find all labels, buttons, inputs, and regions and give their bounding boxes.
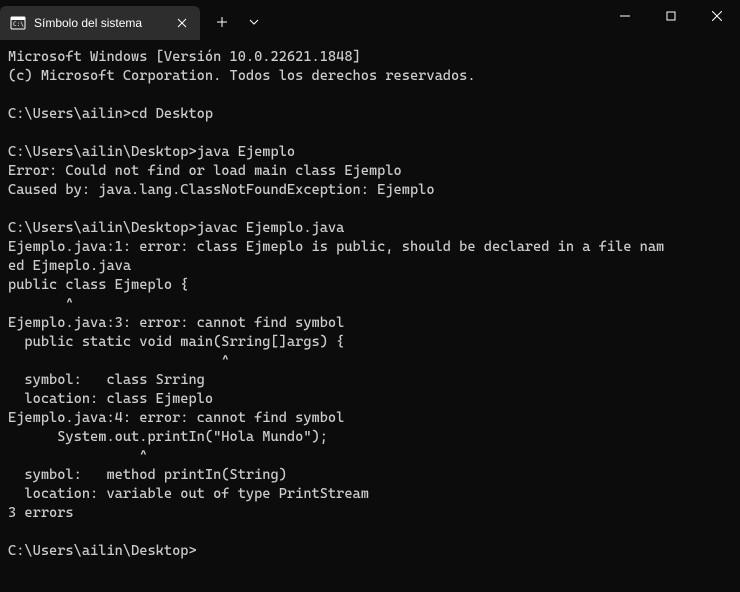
tab-title: Símbolo del sistema <box>34 16 166 30</box>
new-tab-button[interactable] <box>206 6 238 38</box>
close-button[interactable] <box>694 0 740 32</box>
titlebar: C:\ Símbolo del sistema <box>0 0 740 40</box>
tab-dropdown-button[interactable] <box>238 6 270 38</box>
minimize-button[interactable] <box>602 0 648 32</box>
tab-active[interactable]: C:\ Símbolo del sistema <box>0 6 200 40</box>
tabs-area: C:\ Símbolo del sistema <box>0 0 270 40</box>
window-controls <box>602 0 740 32</box>
terminal-output[interactable]: Microsoft Windows [Versión 10.0.22621.18… <box>0 40 740 569</box>
maximize-button[interactable] <box>648 0 694 32</box>
tab-close-button[interactable] <box>174 15 190 31</box>
svg-text:C:\: C:\ <box>13 21 24 28</box>
terminal-icon: C:\ <box>10 15 26 31</box>
